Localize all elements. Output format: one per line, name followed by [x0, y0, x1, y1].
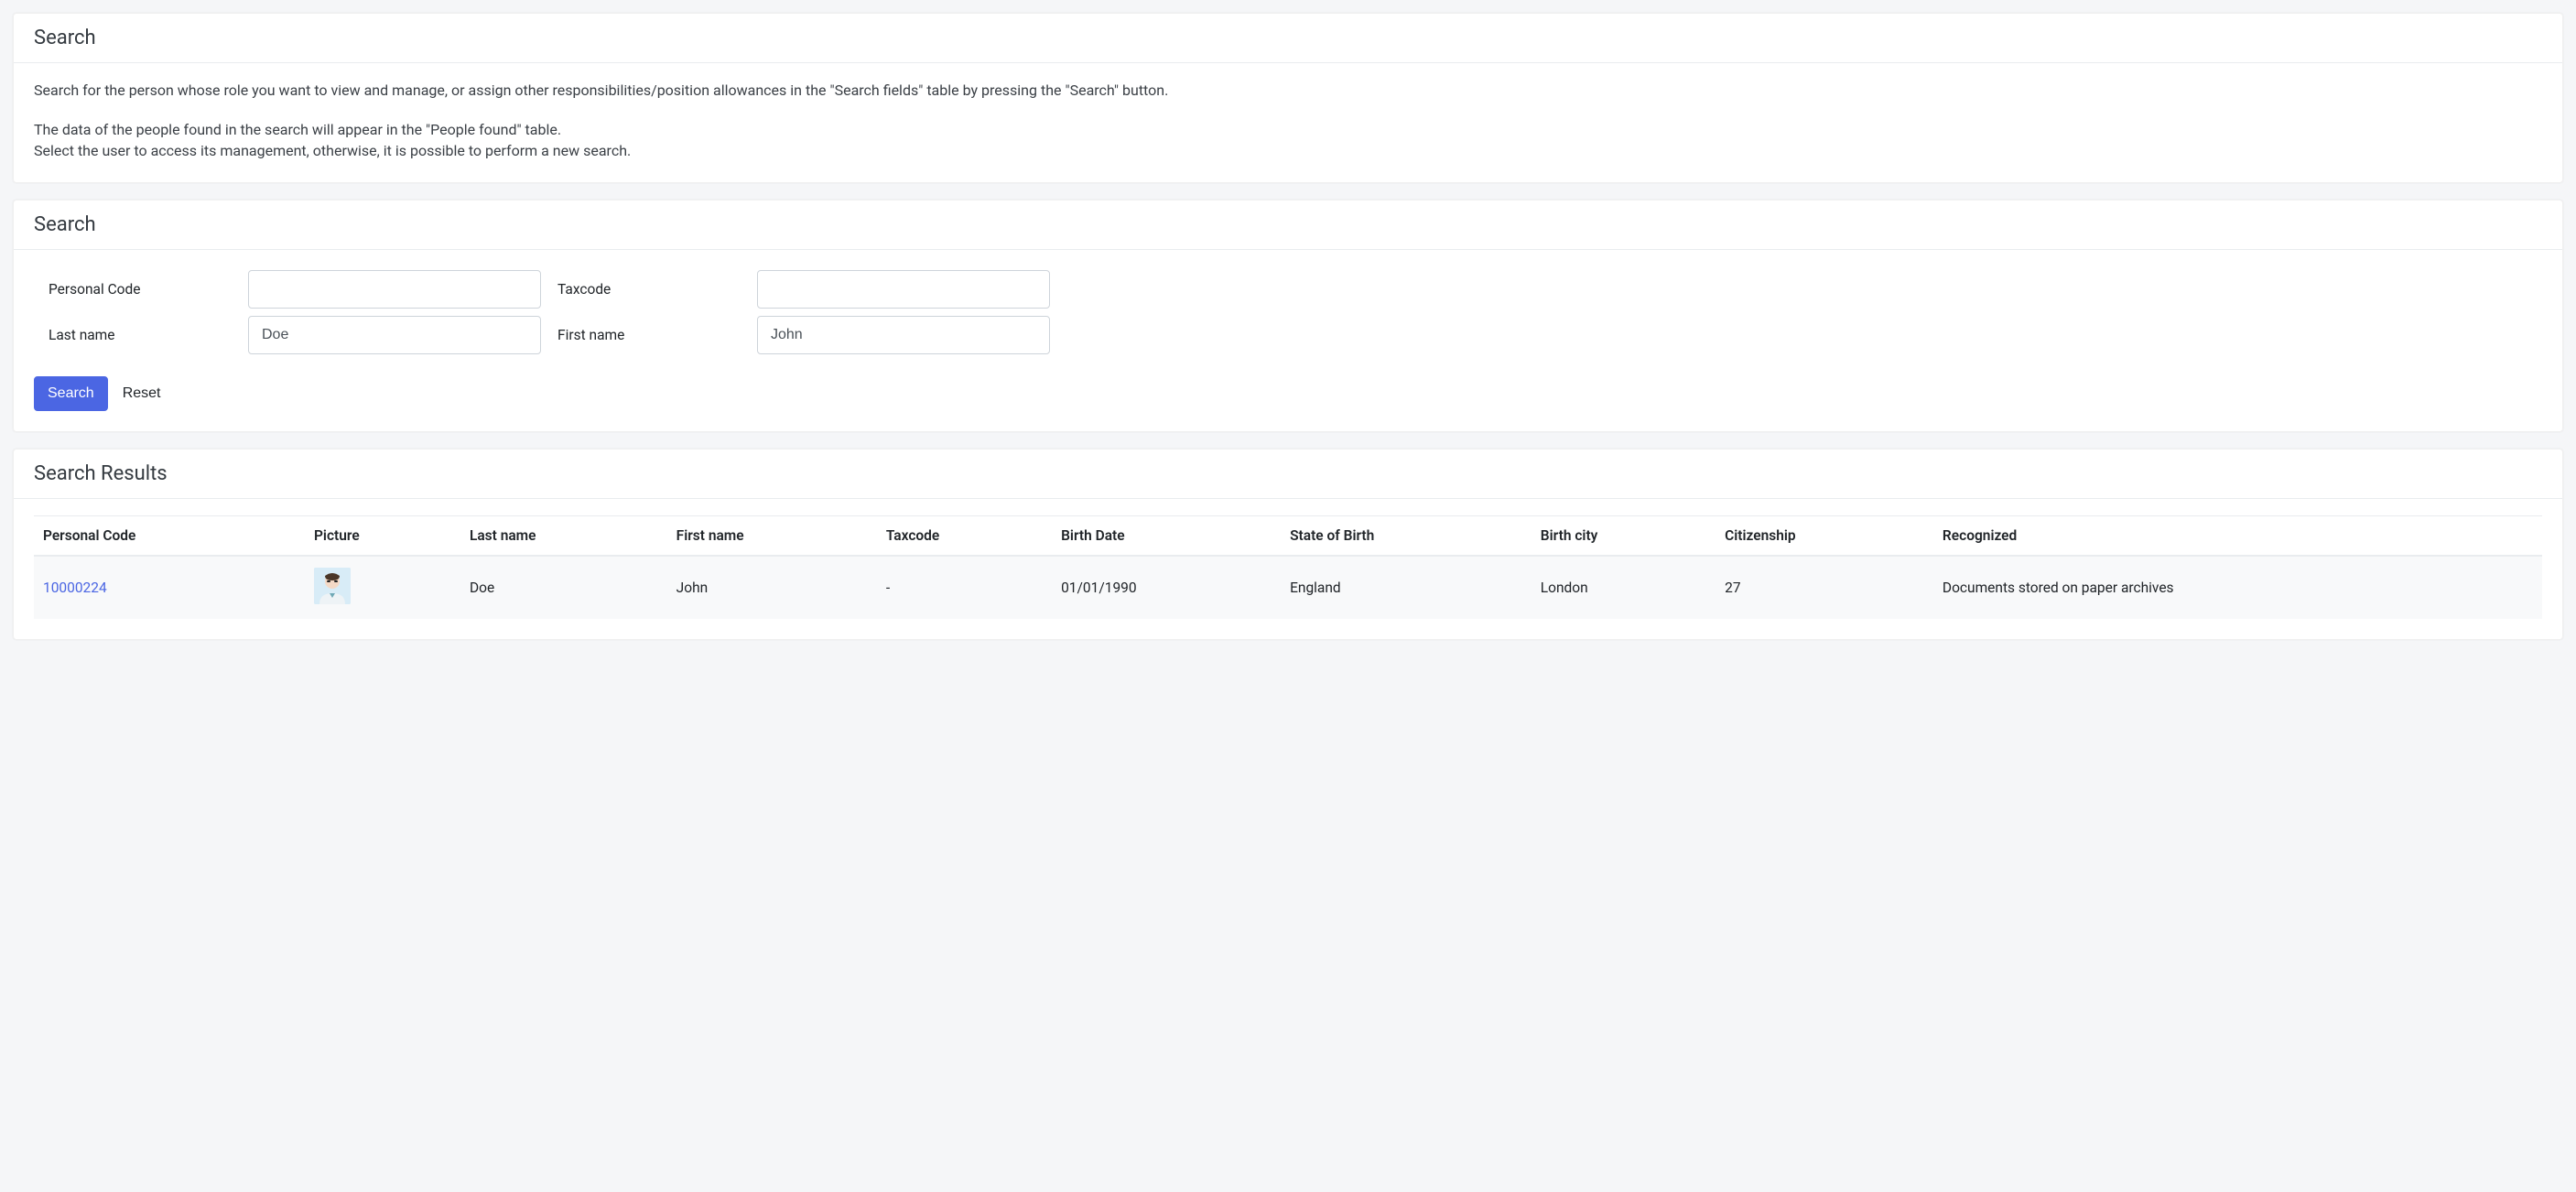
cell-citizenship: 27 [1716, 556, 1933, 619]
col-birth-city: Birth city [1532, 515, 1716, 556]
search-form-body: Personal Code Taxcode Last name First na… [14, 250, 2562, 431]
results-header: Search Results [14, 450, 2562, 499]
intro-paragraph-2b: Select the user to access its management… [34, 140, 2542, 161]
intro-title: Search [34, 27, 2542, 49]
cell-recognized: Documents stored on paper archives [1933, 556, 2542, 619]
search-form-title: Search [34, 213, 2542, 236]
col-last-name: Last name [460, 515, 667, 556]
cell-last-name: Doe [460, 556, 667, 619]
personal-code-label: Personal Code [49, 281, 232, 298]
results-card: Search Results Personal Code Picture Las… [13, 449, 2563, 640]
cell-birth-city: London [1532, 556, 1716, 619]
search-form-card: Search Personal Code Taxcode Last name F… [13, 200, 2563, 432]
results-table: Personal Code Picture Last name First na… [34, 515, 2542, 619]
personal-code-link[interactable]: 10000224 [43, 580, 107, 596]
taxcode-input[interactable] [757, 270, 1050, 309]
results-tbody: 10000224 [34, 556, 2542, 619]
intro-header: Search [14, 14, 2562, 63]
results-title: Search Results [34, 462, 2542, 485]
taxcode-label: Taxcode [557, 281, 741, 298]
last-name-label: Last name [49, 327, 232, 343]
reset-button[interactable]: Reset [119, 377, 165, 410]
avatar-icon [314, 568, 351, 604]
col-birth-date: Birth Date [1052, 515, 1281, 556]
cell-state-of-birth: England [1281, 556, 1532, 619]
col-state-of-birth: State of Birth [1281, 515, 1532, 556]
first-name-input[interactable] [757, 316, 1050, 354]
results-body: Personal Code Picture Last name First na… [14, 499, 2562, 639]
cell-first-name: John [667, 556, 877, 619]
cell-birth-date: 01/01/1990 [1052, 556, 1281, 619]
col-recognized: Recognized [1933, 515, 2542, 556]
intro-card: Search Search for the person whose role … [13, 13, 2563, 183]
intro-paragraph-2a: The data of the people found in the sear… [34, 119, 2542, 140]
results-table-wrap: Personal Code Picture Last name First na… [34, 515, 2542, 619]
first-name-label: First name [557, 327, 741, 343]
intro-body: Search for the person whose role you wan… [14, 63, 2562, 182]
search-form-grid: Personal Code Taxcode Last name First na… [34, 266, 2542, 365]
intro-paragraph-1: Search for the person whose role you wan… [34, 80, 2542, 101]
col-personal-code: Personal Code [34, 515, 305, 556]
col-picture: Picture [305, 515, 460, 556]
col-citizenship: Citizenship [1716, 515, 1933, 556]
col-taxcode: Taxcode [877, 515, 1052, 556]
table-row: 10000224 [34, 556, 2542, 619]
results-thead: Personal Code Picture Last name First na… [34, 515, 2542, 556]
cell-taxcode: - [877, 556, 1052, 619]
search-form-header: Search [14, 200, 2562, 250]
last-name-input[interactable] [248, 316, 541, 354]
search-button[interactable]: Search [34, 376, 108, 411]
personal-code-input[interactable] [248, 270, 541, 309]
col-first-name: First name [667, 515, 877, 556]
form-button-row: Search Reset [34, 376, 2542, 411]
